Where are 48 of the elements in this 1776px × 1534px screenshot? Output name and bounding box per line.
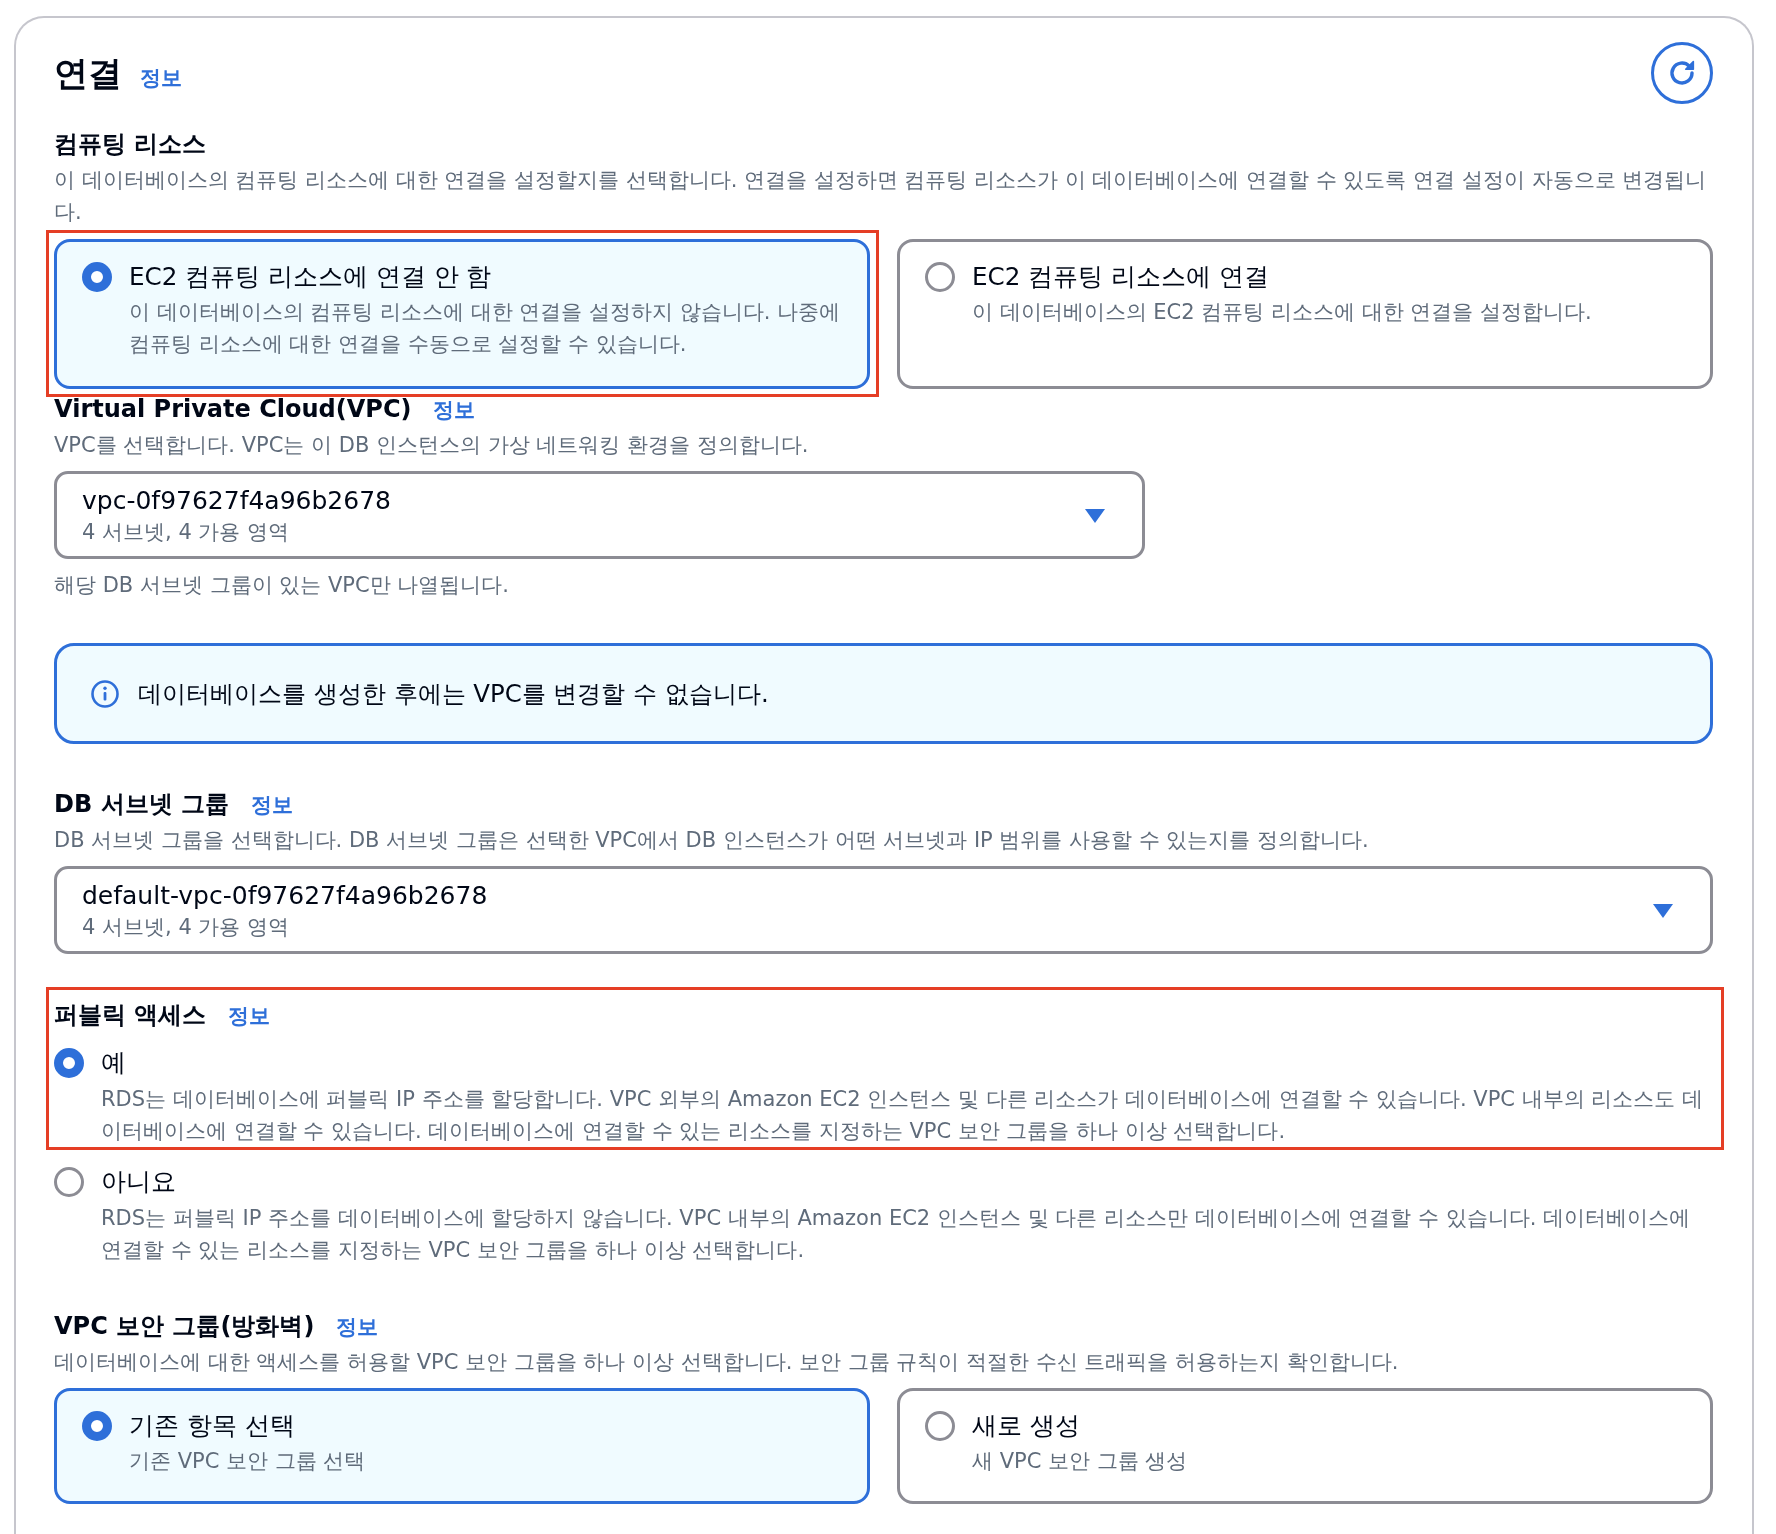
info-link[interactable]: 정보 bbox=[140, 64, 182, 92]
field-label: Virtual Private Cloud(VPC) bbox=[54, 394, 412, 425]
field-description: 이 데이터베이스의 컴퓨팅 리소스에 대한 연결을 설정할지를 선택합니다. 연결을 설정하면 컴퓨팅 리소스가 이 데이터베이스에 연결할 수 있도록 연결 설정이 자동으로 변경됩니다. bbox=[54, 167, 1708, 226]
select-value: vpc-0f97627f4a96b2678 bbox=[82, 485, 391, 517]
info-link[interactable]: 정보 bbox=[250, 791, 293, 819]
field-label: VPC 보안 그룹(방화벽) bbox=[54, 1311, 315, 1342]
option-title: 아니요 bbox=[101, 1166, 176, 1198]
info-icon bbox=[91, 679, 119, 708]
option-description: 기존 VPC 보안 그룹 선택 bbox=[129, 1448, 366, 1475]
option-description: 이 데이터베이스의 EC2 컴퓨팅 리소스에 대한 연결을 설정합니다. bbox=[972, 299, 1592, 326]
option-title: EC2 컴퓨팅 리소스에 연결 bbox=[972, 261, 1270, 293]
info-link[interactable]: 정보 bbox=[433, 396, 476, 424]
info-link[interactable]: 정보 bbox=[336, 1313, 379, 1341]
caret-down-icon bbox=[1085, 509, 1105, 523]
select-detail: 4 서브넷, 4 가용 영역 bbox=[82, 914, 291, 941]
radio-button[interactable] bbox=[82, 1411, 112, 1441]
field-description: VPC를 선택합니다. VPC는 이 DB 인스턴스의 가상 네트워킹 환경을 정의합니다. bbox=[54, 432, 810, 459]
option-description: RDS는 데이터베이스에 퍼블릭 IP 주소를 할당합니다. VPC 외부의 Amazon EC2 인스턴스 및 다른 리소스가 데이터베이스에 연결할 수 있습니다. VPC 내부의 리소스도 데이터베이스에 연결할 수 있습니다. 데이터베이스에 연결할 수 있는 리소스를 지정하는 VPC 보안 그룹을 하나 이상 선택합니다. bbox=[101, 1086, 1705, 1145]
option-card[interactable]: 새로 생성 새 VPC 보안 그룹 생성 bbox=[897, 1388, 1713, 1504]
option-title: EC2 컴퓨팅 리소스에 연결 안 함 bbox=[129, 261, 493, 293]
option-title: 기존 항목 선택 bbox=[129, 1410, 296, 1442]
radio-button[interactable] bbox=[925, 1411, 955, 1441]
field-hint: 해당 DB 서브넷 그룹이 있는 VPC만 나열됩니다. bbox=[54, 572, 510, 599]
option-card[interactable]: 기존 항목 선택 기존 VPC 보안 그룹 선택 bbox=[54, 1388, 870, 1504]
field-label: DB 서브넷 그룹 bbox=[54, 789, 229, 820]
section-title: 연결 bbox=[54, 52, 122, 95]
option-description: 이 데이터베이스의 컴퓨팅 리소스에 대한 연결을 설정하지 않습니다. 나중에 컴퓨팅 리소스에 대한 연결을 수동으로 설정할 수 있습니다. bbox=[129, 299, 842, 358]
radio-button[interactable] bbox=[925, 262, 955, 292]
radio-button[interactable] bbox=[54, 1048, 84, 1078]
option-description: RDS는 퍼블릭 IP 주소를 데이터베이스에 할당하지 않습니다. VPC 내부의 Amazon EC2 인스턴스 및 다른 리소스만 데이터베이스에 연결할 수 있습니다. 데이터베이스에 연결할 수 있는 리소스를 지정하는 VPC 보안 그룹을 하나 이상 선택합니다. bbox=[101, 1205, 1691, 1264]
radio-button[interactable] bbox=[82, 262, 112, 292]
option-card[interactable]: EC2 컴퓨팅 리소스에 연결 이 데이터베이스의 EC2 컴퓨팅 리소스에 대한 연결을 설정합니다. bbox=[897, 239, 1713, 389]
option-title: 예 bbox=[101, 1047, 126, 1079]
select-field[interactable]: vpc-0f97627f4a96b2678 4 서브넷, 4 가용 영역 bbox=[54, 471, 1145, 559]
select-value: default-vpc-0f97627f4a96b2678 bbox=[82, 880, 488, 912]
field-description: 데이터베이스에 대한 액세스를 허용할 VPC 보안 그룹을 하나 이상 선택합니다. 보안 그룹 규칙이 적절한 수신 트래픽을 허용하는지 확인합니다. bbox=[54, 1349, 1400, 1376]
option-description: 새 VPC 보안 그룹 생성 bbox=[972, 1448, 1188, 1475]
info-link[interactable]: 정보 bbox=[228, 1002, 271, 1030]
radio-button[interactable] bbox=[54, 1167, 84, 1197]
field-label: 퍼블릭 액세스 bbox=[54, 1000, 207, 1031]
alert-text: 데이터베이스를 생성한 후에는 VPC를 변경할 수 없습니다. bbox=[138, 677, 769, 710]
field-description: DB 서브넷 그룹을 선택합니다. DB 서브넷 그룹은 선택한 VPC에서 DB 인스턴스가 어떤 서브넷과 IP 범위를 사용할 수 있는지를 정의합니다. bbox=[54, 827, 1370, 854]
field-label: 컴퓨팅 리소스 bbox=[54, 129, 207, 160]
option-title: 새로 생성 bbox=[972, 1410, 1081, 1442]
option-card[interactable]: EC2 컴퓨팅 리소스에 연결 안 함 이 데이터베이스의 컴퓨팅 리소스에 대한 연결을 설정하지 않습니다. 나중에 컴퓨팅 리소스에 대한 연결을 수동으로 설정할 수 있습니다. bbox=[54, 239, 870, 389]
select-field[interactable]: default-vpc-0f97627f4a96b2678 4 서브넷, 4 가용 영역 bbox=[54, 866, 1713, 954]
caret-down-icon bbox=[1653, 904, 1673, 918]
select-detail: 4 서브넷, 4 가용 영역 bbox=[82, 519, 291, 546]
